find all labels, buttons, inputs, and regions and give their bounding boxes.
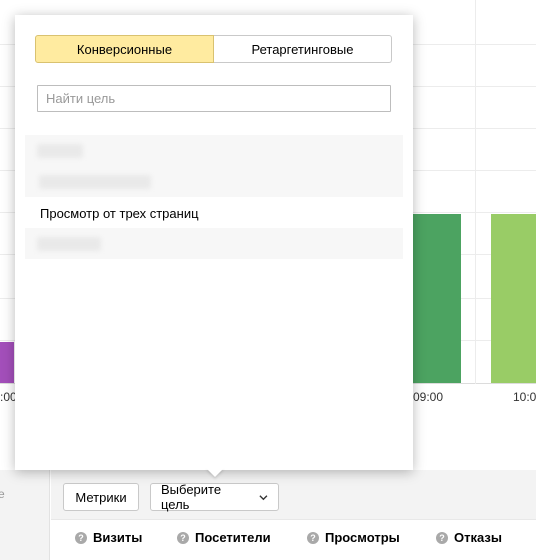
goal-list-item[interactable] — [25, 135, 403, 166]
redacted-text — [37, 237, 101, 251]
metric-label: Просмотры — [325, 530, 400, 545]
goal-type-tabs: Конверсионные Ретаргетинговые — [35, 35, 392, 63]
popup-pointer — [206, 468, 224, 477]
redacted-text — [37, 144, 83, 158]
metric-header-visitors[interactable]: ? Посетители — [177, 530, 271, 545]
metrics-button[interactable]: Метрики — [63, 483, 139, 511]
x-tick-label: 09:00 — [413, 390, 444, 404]
question-icon[interactable]: ? — [307, 531, 319, 544]
metric-label: Посетители — [195, 530, 271, 545]
goal-list-item[interactable] — [25, 228, 403, 259]
metric-header-visits[interactable]: ? Визиты — [75, 530, 142, 545]
tab-conversion[interactable]: Конверсионные — [35, 35, 214, 63]
chart-bar — [0, 342, 14, 383]
tab-retargeting[interactable]: Ретаргетинговые — [214, 35, 392, 63]
chart-bar — [413, 214, 461, 383]
tab-label: Ретаргетинговые — [251, 41, 354, 57]
tab-label: Конверсионные — [76, 41, 173, 57]
goal-search-input[interactable] — [37, 85, 391, 112]
metrics-button-label: Метрики — [75, 489, 127, 505]
goal-select-button[interactable]: Выберите цель — [150, 482, 279, 512]
question-icon[interactable]: ? — [75, 531, 87, 544]
goal-picker-popup: Конверсионные Ретаргетинговые Просмотр о… — [15, 15, 413, 470]
x-tick-label: 10:0 — [513, 390, 536, 404]
table-left-panel: e — [0, 470, 50, 560]
goal-list-item-label[interactable]: Просмотр от трех страниц — [40, 206, 199, 221]
goal-select-label: Выберите цель — [161, 482, 222, 512]
question-icon[interactable]: ? — [177, 531, 189, 544]
grid-line — [475, 0, 476, 384]
metric-header-pageviews[interactable]: ? Просмотры — [307, 530, 400, 545]
redacted-text — [39, 175, 151, 189]
metric-label: Визиты — [93, 530, 143, 545]
question-icon[interactable]: ? — [436, 531, 448, 544]
metric-header-bounces[interactable]: ? Отказы — [436, 530, 502, 545]
goal-list-item[interactable] — [25, 166, 403, 197]
chevron-down-icon — [259, 494, 268, 500]
metric-label: Отказы — [454, 530, 502, 545]
truncated-label: e — [0, 487, 5, 501]
chart-bar — [491, 214, 536, 383]
